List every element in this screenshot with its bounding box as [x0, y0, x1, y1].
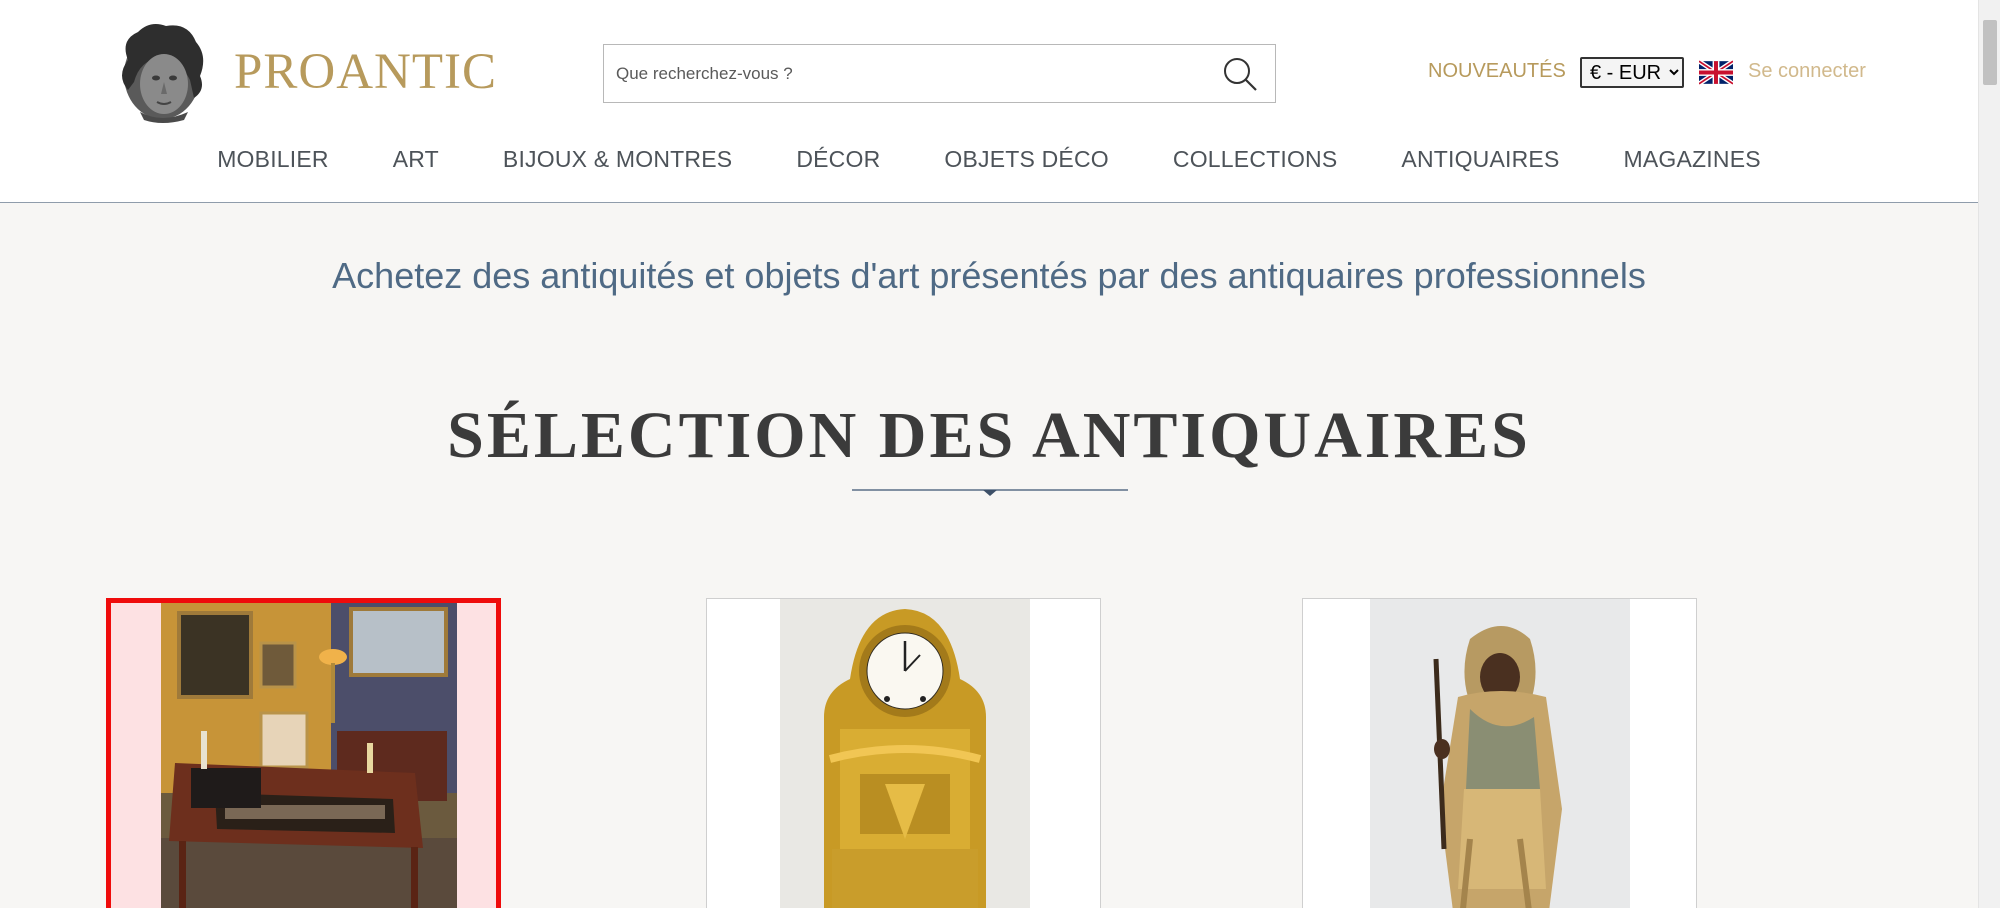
- page-tagline: Achetez des antiquités et objets d'art p…: [332, 255, 1646, 296]
- product-image-orientalist-figure[interactable]: [1370, 599, 1630, 908]
- nav-item-art[interactable]: ART: [393, 146, 439, 173]
- nav-item-antiquaires[interactable]: ANTIQUAIRES: [1401, 146, 1559, 173]
- search-icon[interactable]: [1221, 55, 1259, 93]
- section-title: SÉLECTION DES ANTIQUAIRES: [447, 399, 1531, 472]
- nav-item-collections[interactable]: COLLECTIONS: [1173, 146, 1338, 173]
- search-input[interactable]: [616, 45, 1196, 102]
- nouveautes-link[interactable]: NOUVEAUTÉS: [1428, 60, 1566, 83]
- scrollbar-thumb[interactable]: [1983, 20, 1997, 85]
- nav-item-mobilier[interactable]: MOBILIER: [217, 146, 329, 173]
- logo-bust-icon: [122, 24, 204, 123]
- product-image-games-table[interactable]: [161, 603, 457, 908]
- nav-item-objets-deco[interactable]: OBJETS DÉCO: [944, 146, 1109, 173]
- product-card-1[interactable]: [106, 598, 501, 908]
- nav-item-bijoux-montres[interactable]: BIJOUX & MONTRES: [503, 146, 732, 173]
- site-header: PROANTIC NOUVEAUTÉS € - EUR Se connecter…: [0, 0, 1978, 203]
- logo[interactable]: PROANTIC: [110, 20, 497, 123]
- main-nav: MOBILIER ART BIJOUX & MONTRES DÉCOR OBJE…: [0, 146, 1978, 173]
- product-card-3[interactable]: [1302, 598, 1697, 908]
- product-card-2[interactable]: [706, 598, 1101, 908]
- uk-flag-icon[interactable]: [1699, 60, 1733, 85]
- currency-select[interactable]: € - EUR: [1580, 57, 1684, 88]
- title-divider: [852, 489, 1128, 496]
- logo-text: PROANTIC: [234, 43, 498, 100]
- nav-item-magazines[interactable]: MAGAZINES: [1624, 146, 1761, 173]
- vertical-scrollbar[interactable]: [1978, 0, 2000, 908]
- product-image-gilt-clock[interactable]: [780, 599, 1030, 908]
- login-link[interactable]: Se connecter: [1748, 60, 1866, 83]
- search-bar: [603, 44, 1276, 103]
- nav-item-decor[interactable]: DÉCOR: [796, 146, 880, 173]
